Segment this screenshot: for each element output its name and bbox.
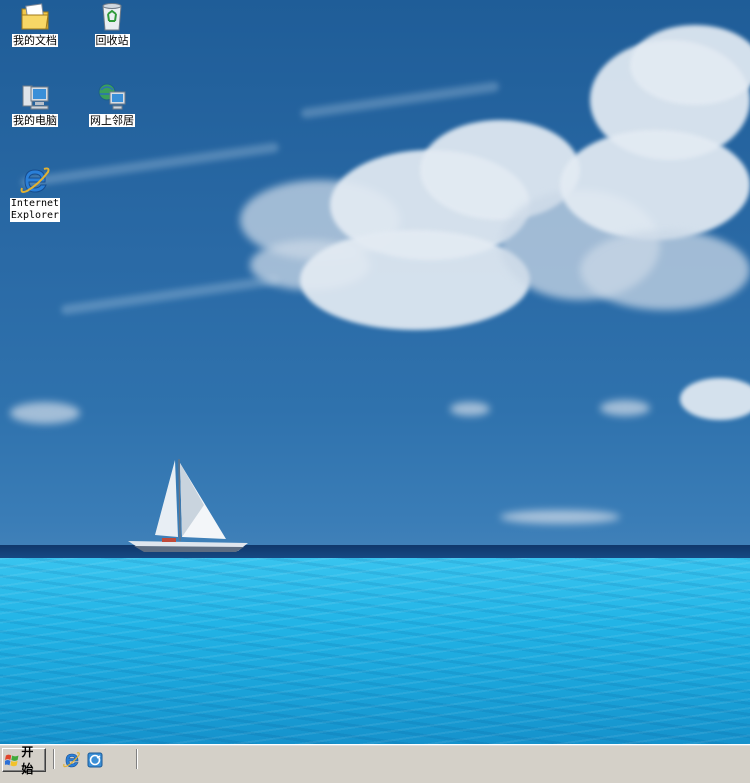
network-places-icon (98, 83, 126, 110)
sailboat (128, 458, 248, 552)
quicklaunch-outlook-express-icon[interactable] (86, 751, 104, 769)
taskbar-separator (53, 749, 55, 769)
sea (0, 558, 750, 744)
desktop-icon-label: 我的文档 (12, 34, 58, 47)
desktop-icon-recycle-bin[interactable]: 回收站 (74, 2, 150, 47)
desktop-icon-label: 回收站 (94, 34, 130, 47)
start-button-label: 开始 (21, 745, 34, 776)
taskbar-separator (136, 749, 138, 769)
windows-logo-icon (5, 754, 19, 767)
desktop-icon-my-documents[interactable]: 我的文档 (0, 2, 73, 47)
internet-explorer-icon (20, 167, 50, 193)
desktop-icon-label: 网上邻居 (89, 114, 135, 127)
my-computer-icon (22, 85, 49, 110)
horizon (0, 545, 750, 559)
desktop-icon-internet-explorer[interactable]: Internet Explorer (0, 164, 73, 222)
start-button[interactable]: 开始 (2, 745, 46, 776)
recycle-bin-icon (102, 3, 122, 31)
desktop-icon-my-computer[interactable]: 我的电脑 (0, 82, 73, 127)
desktop-icon-label: Internet Explorer (9, 198, 61, 222)
my-documents-icon (21, 3, 49, 30)
taskbar: 开始 (0, 744, 750, 783)
desktop-icon-label: 我的电脑 (12, 114, 58, 127)
quicklaunch-internet-explorer-icon[interactable] (63, 751, 81, 769)
desktop[interactable]: 我的文档 回收站 我的电脑 网上邻居 Internet Explorer (0, 0, 750, 744)
desktop-icon-network-places[interactable]: 网上邻居 (74, 82, 150, 127)
